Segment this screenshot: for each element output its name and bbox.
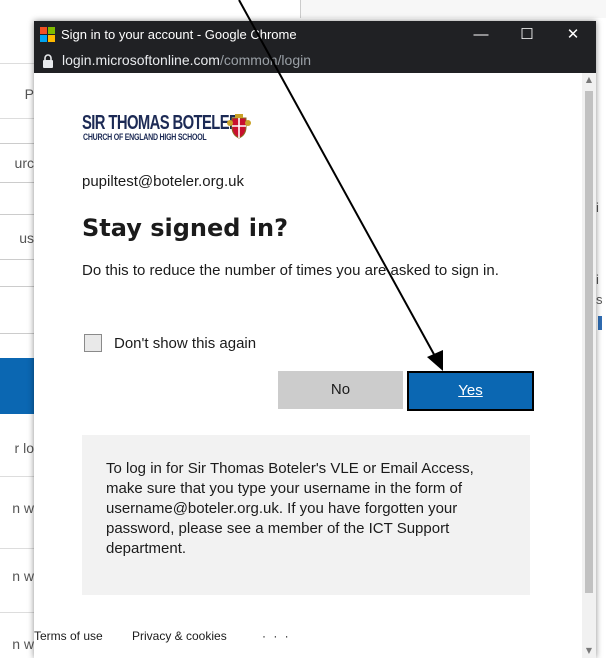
window-titlebar: Sign in to your account - Google Chrome … bbox=[34, 21, 596, 49]
maximize-button[interactable]: ☐ bbox=[504, 21, 550, 49]
page-title: Stay signed in? bbox=[82, 214, 289, 242]
background-blue-button bbox=[0, 358, 34, 414]
chrome-app-icon bbox=[40, 27, 56, 43]
crest-icon bbox=[227, 114, 251, 139]
scroll-up-arrow-icon[interactable]: ▲ bbox=[582, 73, 596, 87]
signin-popup-window: Sign in to your account - Google Chrome … bbox=[34, 21, 596, 658]
background-snippet: P bbox=[24, 86, 34, 102]
background-accent bbox=[598, 316, 602, 330]
scrollbar[interactable]: ▲ ▼ bbox=[582, 73, 596, 658]
dont-show-again-option[interactable]: Don't show this again bbox=[84, 332, 256, 354]
background-snippet: n w bbox=[12, 568, 34, 584]
background-snippet: n w bbox=[12, 636, 34, 652]
yes-button[interactable]: Yes bbox=[407, 371, 534, 411]
scroll-down-arrow-icon[interactable]: ▼ bbox=[582, 644, 596, 658]
lock-icon bbox=[43, 54, 53, 68]
terms-of-use-link[interactable]: Terms of use bbox=[34, 629, 103, 643]
background-divider bbox=[0, 118, 34, 119]
background-divider bbox=[0, 548, 34, 549]
url-text: login.microsoftonline.com/common/login bbox=[62, 52, 311, 68]
background-divider bbox=[0, 63, 34, 64]
scrollbar-thumb[interactable] bbox=[585, 91, 593, 593]
background-snippet: s bbox=[596, 292, 603, 307]
background-divider bbox=[0, 612, 34, 613]
no-button[interactable]: No bbox=[278, 371, 403, 409]
background-snippet: i bbox=[596, 272, 599, 287]
signin-content: SIR THOMAS BOTELER CHURCH OF ENGLAND HIG… bbox=[34, 73, 582, 658]
more-options-button[interactable]: · · · bbox=[262, 629, 291, 643]
background-snippet: us bbox=[19, 230, 34, 246]
minimize-button[interactable]: — bbox=[458, 21, 504, 49]
background-field bbox=[0, 286, 35, 334]
address-bar[interactable]: login.microsoftonline.com/common/login bbox=[34, 49, 596, 73]
dont-show-again-checkbox[interactable] bbox=[84, 334, 102, 352]
footer: Terms of use Privacy & cookies · · · bbox=[34, 629, 582, 649]
info-box: To log in for Sir Thomas Boteler's VLE o… bbox=[82, 435, 530, 595]
url-host: login.microsoftonline.com bbox=[62, 52, 220, 68]
background-divider bbox=[0, 476, 34, 477]
account-identity: pupiltest@boteler.org.uk bbox=[82, 173, 244, 190]
background-snippet: i bbox=[596, 200, 599, 215]
stay-signed-in-description: Do this to reduce the number of times yo… bbox=[82, 262, 499, 279]
privacy-cookies-link[interactable]: Privacy & cookies bbox=[132, 629, 227, 643]
background-snippet: n w bbox=[12, 500, 34, 516]
window-title: Sign in to your account - Google Chrome bbox=[61, 27, 297, 42]
close-button[interactable]: ✕ bbox=[550, 21, 596, 49]
school-logo: SIR THOMAS BOTELER CHURCH OF ENGLAND HIG… bbox=[82, 112, 272, 152]
dont-show-again-label[interactable]: Don't show this again bbox=[114, 335, 256, 352]
background-snippet: r lo bbox=[14, 440, 34, 456]
background-snippet: urc bbox=[14, 155, 34, 171]
url-path: /common/login bbox=[219, 52, 312, 68]
background-topbar bbox=[300, 0, 606, 18]
info-text: To log in for Sir Thomas Boteler's VLE o… bbox=[106, 460, 474, 557]
logo-subtitle: CHURCH OF ENGLAND HIGH SCHOOL bbox=[83, 132, 207, 142]
